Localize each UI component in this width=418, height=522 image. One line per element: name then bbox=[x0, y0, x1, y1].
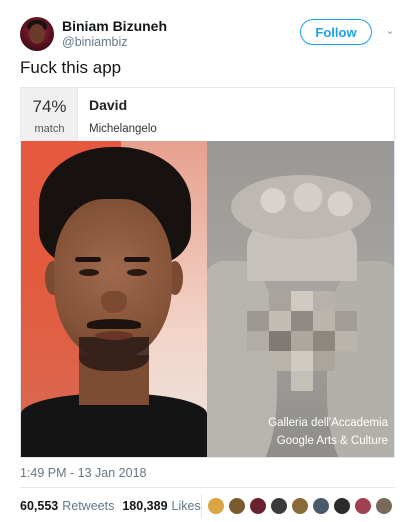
artwork-title: David bbox=[89, 97, 128, 113]
eye-left bbox=[79, 269, 99, 276]
liker-avatar[interactable] bbox=[207, 497, 225, 515]
liker-avatar[interactable] bbox=[249, 497, 267, 515]
liker-avatar[interactable] bbox=[375, 497, 393, 515]
selfie-photo[interactable] bbox=[21, 141, 207, 457]
liker-avatar[interactable] bbox=[333, 497, 351, 515]
liker-avatars bbox=[207, 497, 396, 515]
match-label: match bbox=[34, 123, 65, 135]
source-caption: Google Arts & Culture bbox=[276, 435, 388, 447]
tweet-timestamp[interactable]: 1:49 PM - 13 Jan 2018 bbox=[20, 466, 146, 480]
likes-count[interactable]: 180,389 bbox=[122, 499, 167, 513]
lips bbox=[95, 331, 133, 340]
match-box: 74% match bbox=[21, 88, 78, 141]
match-percent: 74% bbox=[32, 97, 67, 116]
liker-avatar[interactable] bbox=[354, 497, 372, 515]
pixelated-censor bbox=[247, 291, 357, 391]
liker-avatar[interactable] bbox=[270, 497, 288, 515]
tweet: Biniam Bizuneh @biniambiz Follow ⌄ Fuck … bbox=[0, 0, 418, 522]
eye-right bbox=[127, 269, 147, 276]
follow-button[interactable]: Follow bbox=[300, 19, 372, 45]
retweets-count[interactable]: 60,553 bbox=[20, 499, 58, 513]
mustache bbox=[87, 319, 141, 329]
museum-caption: Galleria dell'Accademia bbox=[268, 417, 388, 429]
media-card[interactable]: 74% match David Michelangelo Galleria de… bbox=[20, 87, 395, 458]
nose bbox=[101, 291, 127, 313]
tweet-text: Fuck this app bbox=[20, 58, 122, 77]
display-name[interactable]: Biniam Bizuneh bbox=[62, 18, 167, 34]
avatar[interactable] bbox=[20, 17, 54, 51]
beard bbox=[79, 337, 149, 371]
liker-avatar[interactable] bbox=[312, 497, 330, 515]
avatar-face bbox=[29, 24, 45, 44]
retweets-label[interactable]: Retweets bbox=[62, 499, 114, 513]
sculpture-curls bbox=[231, 175, 371, 239]
liker-avatar[interactable] bbox=[291, 497, 309, 515]
brow-right bbox=[124, 257, 150, 262]
user-handle[interactable]: @biniambiz bbox=[62, 35, 128, 49]
liker-avatar[interactable] bbox=[228, 497, 246, 515]
chevron-down-icon[interactable]: ⌄ bbox=[383, 24, 397, 38]
divider bbox=[20, 487, 395, 488]
likes-label[interactable]: Likes bbox=[172, 499, 201, 513]
stats-divider bbox=[201, 494, 202, 518]
tweet-stats: 60,553 Retweets 180,389 Likes bbox=[20, 496, 209, 516]
brow-left bbox=[75, 257, 101, 262]
artwork-photo[interactable]: Galleria dell'Accademia Google Arts & Cu… bbox=[207, 141, 394, 457]
artwork-artist: Michelangelo bbox=[89, 123, 157, 135]
